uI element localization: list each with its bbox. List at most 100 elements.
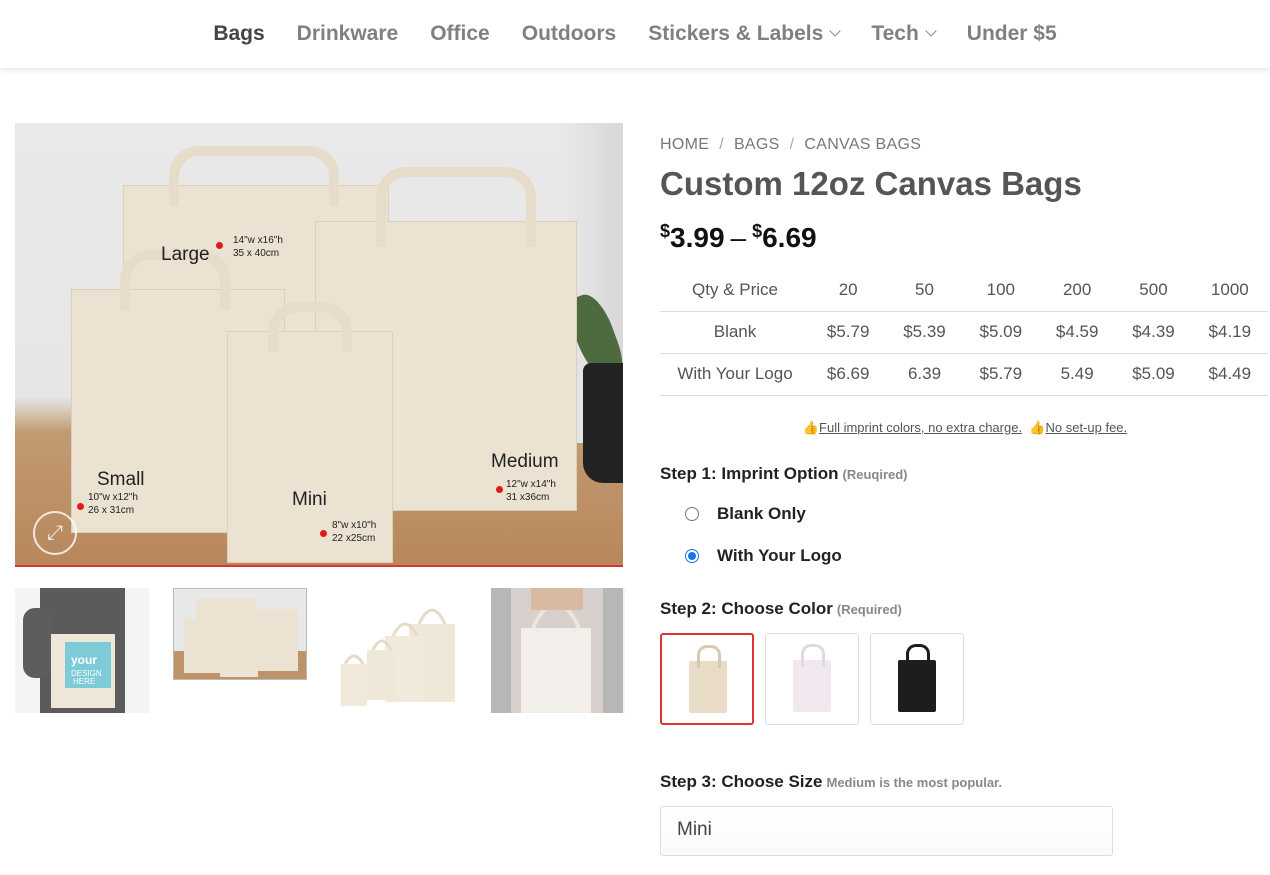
label-small: Small (97, 469, 145, 490)
bag-handle (376, 167, 536, 247)
table-header-cell: Qty & Price (660, 269, 810, 312)
svg-text:your: your (71, 653, 97, 667)
main-product-image[interactable]: Large 14"w x16"h 35 x 40cm Small 10"w x12… (15, 123, 623, 567)
size-select[interactable]: Mini (660, 806, 1113, 856)
tote-natural-icon (689, 645, 727, 713)
plant-pot (583, 363, 623, 483)
thumbnail-2-art (174, 589, 306, 679)
label-medium: Medium (491, 451, 559, 472)
radio-blank-only-label: Blank Only (717, 504, 806, 523)
tote-black-icon (898, 644, 936, 712)
table-cell: $4.59 (1038, 311, 1116, 354)
dim-large-2: 35 x 40cm (233, 248, 280, 259)
nav-bags[interactable]: Bags (197, 22, 280, 46)
dim-mini: 8"w x10"h 22 x25cm (332, 519, 376, 545)
currency-symbol: $ (752, 221, 763, 241)
table-cell: Blank (660, 311, 810, 354)
price-min: 3.99 (670, 222, 725, 253)
radio-checked-icon[interactable] (685, 549, 699, 563)
thumbnail-3[interactable] (331, 588, 465, 713)
table-cell: $5.79 (810, 311, 887, 354)
table-header-cell: 200 (1038, 269, 1116, 312)
color-swatch-black[interactable] (870, 633, 964, 725)
table-header-cell: 500 (1115, 269, 1192, 312)
table-cell: 6.39 (886, 353, 963, 396)
label-mini: Mini (292, 489, 327, 510)
dim-medium-1: 12"w x14"h (506, 479, 556, 490)
nav-tech[interactable]: Tech (855, 22, 950, 46)
thumbnail-4[interactable] (491, 588, 625, 713)
table-cell: $4.39 (1115, 311, 1192, 354)
table-row: Blank $5.79 $5.39 $5.09 $4.59 $4.39 $4.1… (660, 311, 1268, 354)
step1-hint: (Reuqired) (842, 467, 908, 482)
thumbnail-4-art (491, 588, 623, 713)
bag-handle (169, 146, 339, 206)
breadcrumb: HOME / BAGS / CANVAS BAGS (660, 136, 921, 154)
thumbnail-strip: your DESIGN HERE (15, 588, 625, 713)
thumbnail-2-selected[interactable] (173, 588, 307, 680)
nav-tech-label: Tech (871, 22, 919, 45)
size-select-value: Mini (677, 819, 712, 840)
step3-hint: Medium is the most popular. (826, 775, 1003, 790)
note-no-setup[interactable]: No set-up fee. (1045, 420, 1127, 435)
radio-with-your-logo[interactable]: With Your Logo (685, 546, 842, 566)
thumbnail-1-art: your DESIGN HERE (15, 588, 149, 713)
nav-office[interactable]: Office (414, 22, 506, 46)
table-cell: $5.09 (1115, 353, 1192, 396)
radio-blank-only[interactable]: Blank Only (685, 504, 806, 524)
note-full-imprint[interactable]: Full imprint colors, no extra charge. (819, 420, 1022, 435)
breadcrumb-bags[interactable]: BAGS (734, 136, 780, 153)
top-nav: Bags Drinkware Office Outdoors Stickers … (0, 0, 1270, 68)
thumbnail-1[interactable]: your DESIGN HERE (15, 588, 149, 713)
step2-label: Step 2: Choose Color (660, 599, 833, 618)
bag-handle (268, 302, 352, 352)
dim-medium: 12"w x14"h 31 x36cm (506, 478, 556, 504)
price-max: 6.69 (762, 222, 817, 253)
table-header-cell: 1000 (1191, 269, 1268, 312)
table-cell: $4.49 (1191, 353, 1268, 396)
nav-drinkware[interactable]: Drinkware (281, 22, 415, 46)
dim-small-1: 10"w x12"h (88, 492, 138, 503)
dim-large-1: 14"w x16"h (233, 235, 283, 246)
marker-dot (77, 503, 84, 510)
imprint-note: 👍Full imprint colors, no extra charge. 👍… (660, 420, 1270, 436)
table-cell: With Your Logo (660, 353, 810, 396)
price-range: $3.99– $6.69 (660, 221, 817, 254)
table-header-cell: 50 (886, 269, 963, 312)
thumbs-up-icon: 👍 (1029, 420, 1046, 435)
nav-stickers-labels[interactable]: Stickers & Labels (632, 22, 855, 46)
price-separator: – (730, 222, 747, 253)
currency-symbol: $ (660, 221, 671, 241)
nav-outdoors[interactable]: Outdoors (506, 22, 633, 46)
color-swatch-natural[interactable] (660, 633, 754, 725)
dim-small: 10"w x12"h 26 x 31cm (88, 491, 138, 517)
table-cell: $5.79 (962, 353, 1039, 396)
breadcrumb-separator: / (789, 136, 795, 153)
step2-hint: (Required) (836, 602, 902, 617)
table-cell: $6.69 (810, 353, 887, 396)
marker-dot (216, 242, 223, 249)
chevron-down-icon (829, 25, 841, 37)
radio-unchecked-icon[interactable] (685, 507, 699, 521)
breadcrumb-home[interactable]: HOME (660, 136, 709, 153)
step1-heading: Step 1: Imprint Option (Reuqired) (660, 464, 908, 484)
table-header-row: Qty & Price 20 50 100 200 500 1000 (660, 269, 1268, 312)
chevron-down-icon (925, 25, 937, 37)
qty-price-table: Qty & Price 20 50 100 200 500 1000 Blank… (660, 269, 1268, 396)
marker-dot (320, 530, 327, 537)
dim-mini-2: 22 x25cm (332, 533, 376, 544)
step1-label: Step 1: Imprint Option (660, 464, 839, 483)
zoom-expand-icon[interactable]: ⤢ (33, 511, 77, 555)
table-cell: $4.19 (1191, 311, 1268, 354)
dim-medium-2: 31 x36cm (506, 492, 550, 503)
marker-dot (496, 486, 503, 493)
nav-under-5[interactable]: Under $5 (951, 22, 1073, 46)
radio-with-your-logo-label: With Your Logo (717, 546, 842, 565)
breadcrumb-separator: / (719, 136, 724, 153)
step3-heading: Step 3: Choose Size Medium is the most po… (660, 772, 1002, 792)
color-swatch-white[interactable] (765, 633, 859, 725)
product-title: Custom 12oz Canvas Bags (660, 165, 1082, 202)
nav-stickers-labels-label: Stickers & Labels (648, 22, 824, 45)
thumbs-up-icon: 👍 (802, 420, 820, 435)
breadcrumb-current[interactable]: CANVAS BAGS (804, 136, 921, 153)
